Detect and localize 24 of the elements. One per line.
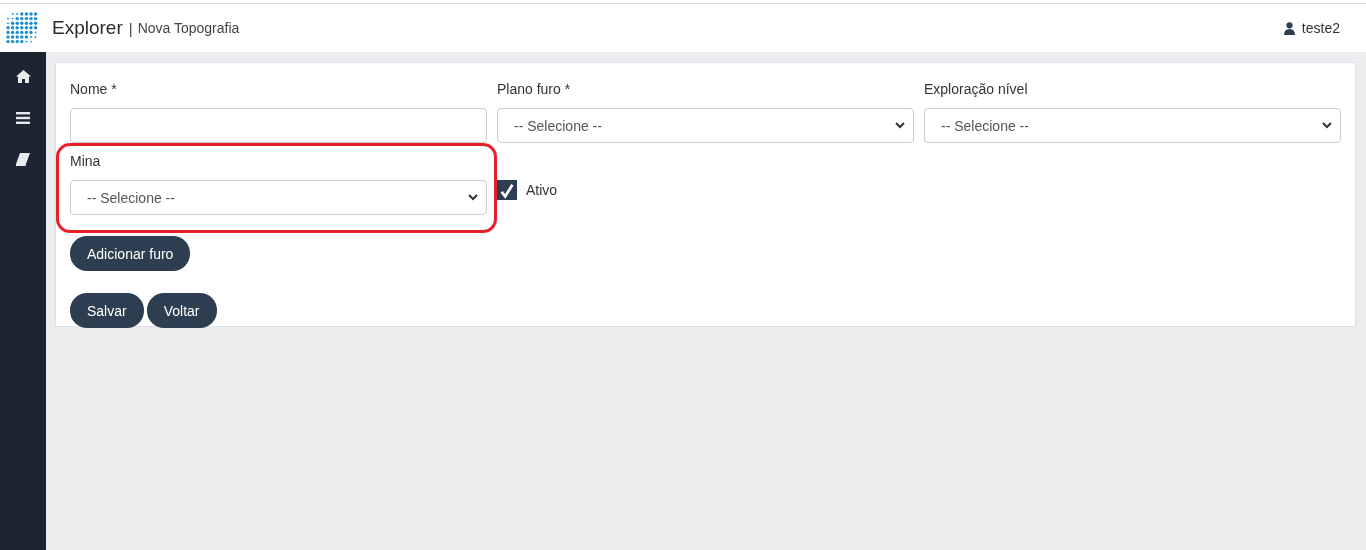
field-label: Plano furo *: [497, 81, 572, 99]
menu-icon[interactable]: [16, 112, 30, 124]
chevron-icon: [895, 122, 905, 129]
select-field[interactable]: -- Selecione --: [497, 108, 914, 143]
app-name: Explorer: [52, 17, 123, 39]
page-title: Nova Topografia: [137, 20, 240, 36]
field-label: Nome *: [70, 81, 118, 99]
dotted-logo-icon: [5, 11, 39, 45]
checkbox-label: Ativo: [526, 181, 558, 198]
input-field[interactable]: [70, 108, 487, 143]
user-icon: [1283, 21, 1295, 35]
form-button[interactable]: Voltar: [146, 293, 217, 328]
field-label: Exploração nível: [924, 81, 1029, 99]
title-separator: |: [128, 19, 133, 37]
user-name[interactable]: teste2: [1301, 20, 1340, 36]
field-label: Mina: [70, 153, 102, 171]
chevron-icon: [468, 194, 478, 201]
chevron-icon: [1322, 122, 1332, 129]
select-field[interactable]: -- Selecione --: [70, 180, 487, 215]
home-icon[interactable]: [15, 70, 31, 83]
form-button[interactable]: Salvar: [70, 293, 144, 328]
checkbox[interactable]: [497, 179, 517, 200]
select-field[interactable]: -- Selecione --: [924, 108, 1341, 143]
add-button[interactable]: Adicionar furo: [70, 236, 191, 271]
